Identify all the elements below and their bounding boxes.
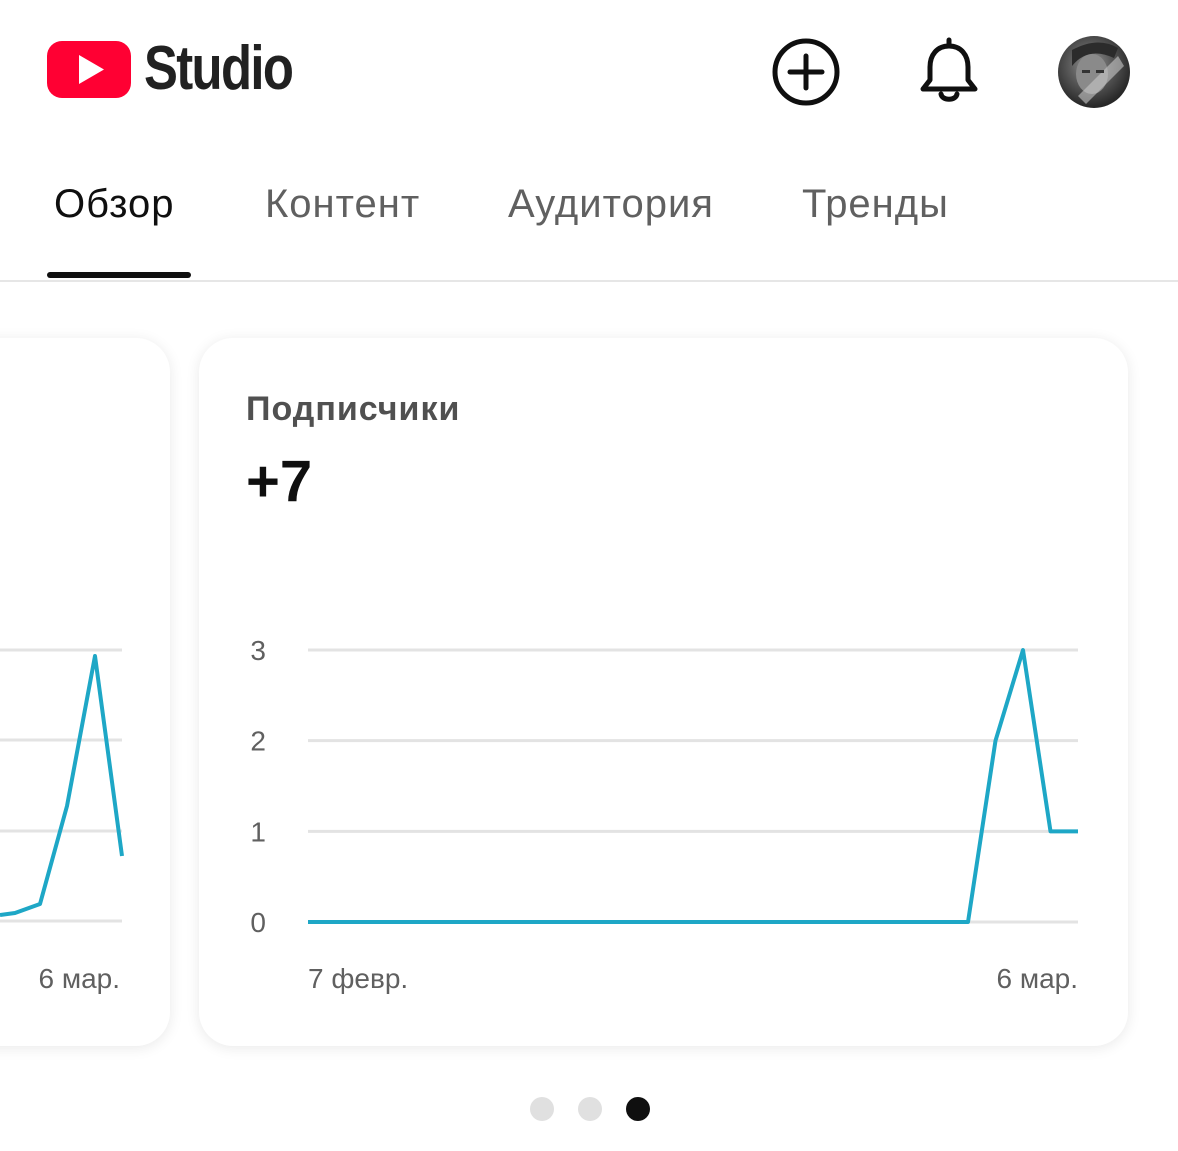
x-tick-label: 6 мар. bbox=[996, 963, 1078, 994]
avatar[interactable] bbox=[1058, 36, 1130, 108]
tab-bar: Обзор Контент Аудитория Тренды bbox=[0, 168, 1178, 282]
x-tick-label: 7 февр. bbox=[308, 963, 408, 994]
y-tick-label: 1 bbox=[250, 816, 266, 847]
avatar-photo-icon bbox=[1072, 42, 1124, 104]
notifications-button[interactable] bbox=[913, 36, 985, 108]
logo-text: Studio bbox=[144, 34, 294, 103]
series-line bbox=[308, 648, 1078, 924]
youtube-logo-icon bbox=[47, 41, 131, 98]
create-button[interactable] bbox=[770, 36, 842, 108]
tab-overview[interactable]: Обзор bbox=[54, 182, 175, 227]
tab-trends[interactable]: Тренды bbox=[802, 182, 949, 227]
y-tick-label: 2 bbox=[250, 726, 266, 757]
pagination-dot-active[interactable] bbox=[626, 1097, 650, 1121]
youtube-studio-logo[interactable]: Studio bbox=[46, 38, 325, 100]
series-line bbox=[0, 654, 124, 917]
carousel-pagination bbox=[530, 1097, 660, 1123]
active-tab-indicator bbox=[47, 272, 191, 278]
pagination-dot[interactable] bbox=[578, 1097, 602, 1121]
y-tick-label: 0 bbox=[250, 907, 266, 938]
previous-metric-card[interactable]: 6 мар. bbox=[0, 338, 170, 1046]
x-tick-label: 6 мар. bbox=[38, 963, 120, 994]
y-tick-label: 3 bbox=[250, 635, 266, 666]
add-circle-icon bbox=[772, 38, 840, 106]
tab-content[interactable]: Контент bbox=[265, 182, 420, 227]
pagination-dot[interactable] bbox=[530, 1097, 554, 1121]
subscribers-chart: 0 1 2 3 7 февр. 6 мар. bbox=[250, 635, 1078, 994]
bell-icon bbox=[920, 37, 978, 102]
tab-audience[interactable]: Аудитория bbox=[508, 182, 714, 227]
subscribers-card[interactable]: Подписчики +7 01237 февр. 6 мар. bbox=[199, 338, 1128, 1046]
app-header: Studio bbox=[0, 0, 1178, 140]
previous-card-chart: 6 мар. bbox=[0, 648, 124, 994]
